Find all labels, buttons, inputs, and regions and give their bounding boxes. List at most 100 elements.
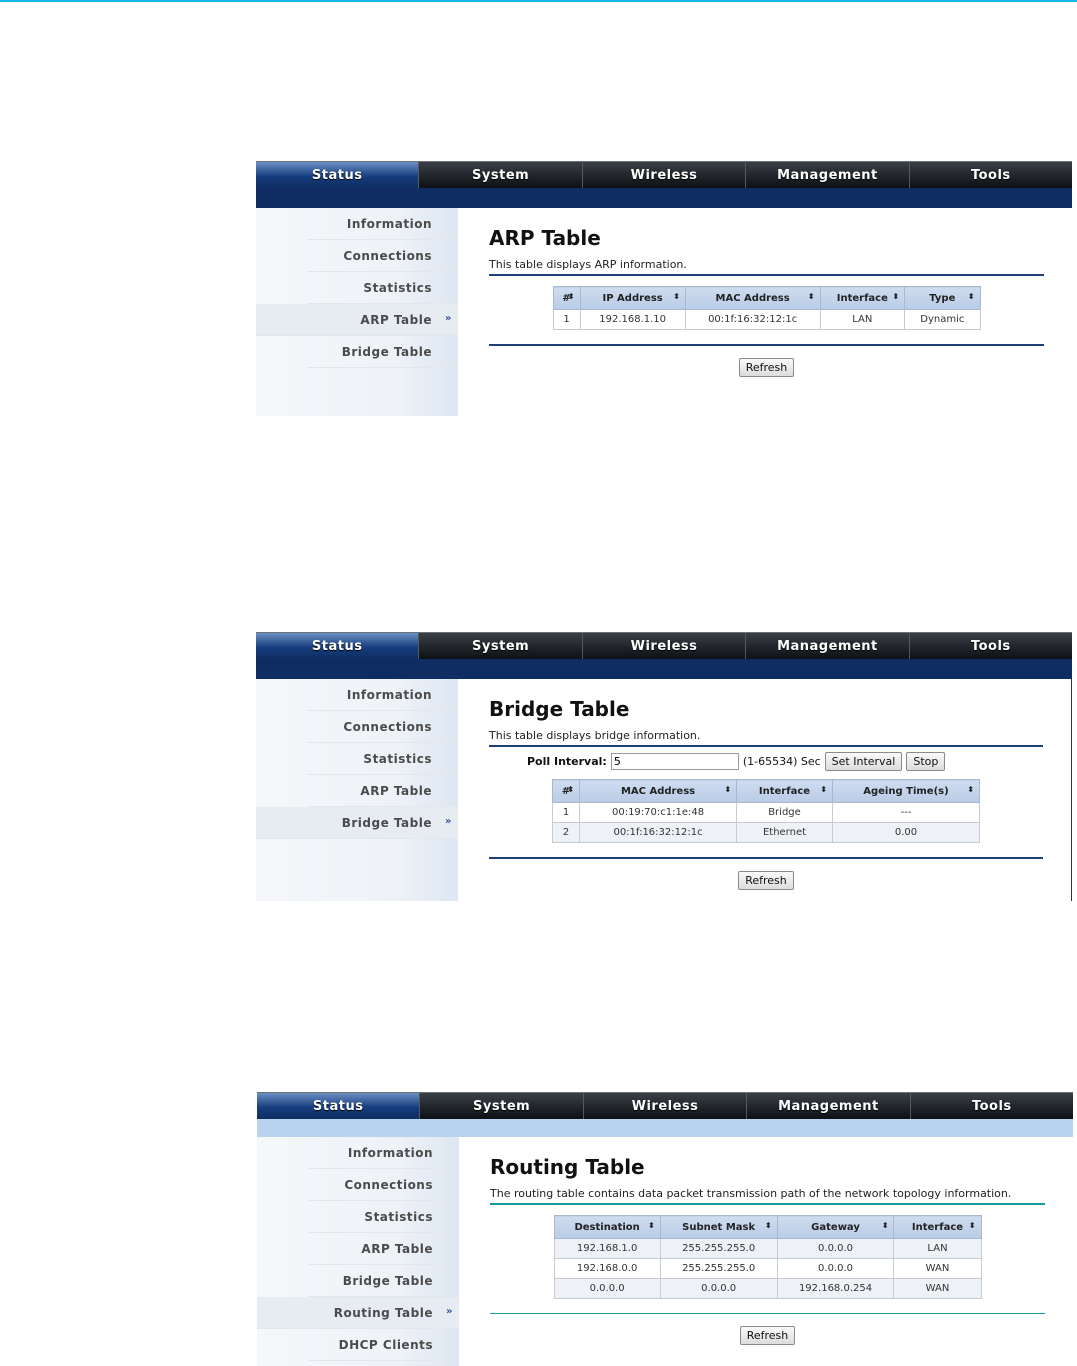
column-header-index[interactable]: # ⬍	[552, 286, 581, 310]
sidebar-item-statistics[interactable]: Statistics	[309, 1201, 459, 1233]
page-description: The routing table contains data packet t…	[490, 1187, 1045, 1205]
sort-icon: ⬍	[820, 785, 827, 794]
sidebar-item-statistics[interactable]: Statistics	[308, 272, 458, 304]
poll-interval-label: Poll Interval:	[527, 755, 607, 768]
tab-system[interactable]: System	[418, 633, 581, 659]
page-description: This table displays bridge information.	[489, 729, 1043, 747]
tab-system[interactable]: System	[419, 1093, 582, 1119]
column-header-interface[interactable]: Interface ⬍	[819, 286, 906, 310]
tab-management[interactable]: Management	[746, 1093, 909, 1119]
sidebar-item-bridge-table[interactable]: Bridge Table»	[256, 807, 458, 839]
column-header-ageing[interactable]: Ageing Time(s) ⬍	[831, 779, 981, 803]
double-chevron-right-icon: »	[446, 1306, 453, 1317]
stop-button[interactable]: Stop	[906, 752, 946, 771]
bridge-panel: Status System Wireless Management Tools …	[256, 632, 1072, 901]
sort-icon: ⬍	[892, 292, 900, 301]
page-description: This table displays ARP information.	[489, 258, 1044, 276]
table-row: 192.168.1.0 255.255.255.0 0.0.0.0 LAN	[553, 1238, 982, 1259]
sidebar-item-dhcp-clients[interactable]: DHCP Clients	[309, 1329, 459, 1361]
table-row: 0.0.0.0 0.0.0.0 192.168.0.254 WAN	[553, 1278, 982, 1299]
tab-wireless[interactable]: Wireless	[581, 633, 745, 659]
sidebar: Information Connections Statistics ARP T…	[256, 679, 458, 901]
double-chevron-right-icon: »	[445, 816, 452, 827]
column-header-subnet-mask[interactable]: Subnet Mask ⬍	[659, 1215, 778, 1239]
column-header-mac[interactable]: MAC Address ⬍	[578, 779, 738, 803]
column-header-mac[interactable]: MAC Address ⬍	[684, 286, 821, 310]
column-header-index[interactable]: # ⬍	[552, 779, 580, 803]
column-header-ip[interactable]: IP Address ⬍	[579, 286, 686, 310]
sort-icon: ⬍	[764, 1221, 772, 1230]
arp-panel: Status System Wireless Management Tools …	[256, 161, 1072, 416]
column-header-gateway[interactable]: Gateway ⬍	[776, 1215, 895, 1239]
column-header-interface[interactable]: Interface ⬍	[893, 1215, 982, 1239]
column-header-interface[interactable]: Interface ⬍	[736, 779, 833, 803]
sort-icon: ⬍	[567, 292, 575, 301]
sidebar-item-information[interactable]: Information	[308, 208, 458, 240]
sidebar-item-information[interactable]: Information	[309, 1137, 459, 1169]
sub-bar	[257, 1119, 1073, 1137]
bottom-rule	[489, 857, 1043, 859]
bottom-rule	[490, 1313, 1045, 1314]
tab-management[interactable]: Management	[745, 633, 908, 659]
poll-interval-row: Poll Interval: (1-65534) Sec Set Interva…	[489, 752, 1043, 771]
routing-panel: Status System Wireless Management Tools …	[257, 1092, 1073, 1366]
sidebar: Information Connections Statistics ARP T…	[257, 1137, 459, 1366]
sidebar-item-connections[interactable]: Connections	[308, 240, 458, 272]
tab-management[interactable]: Management	[745, 162, 908, 188]
tab-system[interactable]: System	[418, 162, 581, 188]
bottom-rule	[489, 344, 1044, 346]
sidebar-item-statistics[interactable]: Statistics	[308, 743, 458, 775]
table-row: 1 192.168.1.10 00:1f:16:32:12:1c LAN Dyn…	[552, 309, 981, 330]
top-nav: Status System Wireless Management Tools	[256, 161, 1072, 188]
sidebar-item-connections[interactable]: Connections	[309, 1169, 459, 1201]
bridge-table: # ⬍ MAC Address ⬍ Interface ⬍ Ageing Time(s…	[552, 779, 981, 843]
table-row: 192.168.0.0 255.255.255.0 0.0.0.0 WAN	[553, 1258, 982, 1279]
table-row: 1 00:19:70:c1:1e:48 Bridge ---	[552, 802, 981, 823]
refresh-button[interactable]: Refresh	[738, 358, 795, 377]
sidebar-item-routing-table[interactable]: Routing Table»	[257, 1297, 459, 1329]
page-title: ARP Table	[489, 226, 601, 250]
sort-icon: ⬍	[967, 785, 974, 794]
tab-tools[interactable]: Tools	[909, 1093, 1073, 1119]
tab-status[interactable]: Status	[256, 162, 419, 188]
set-interval-button[interactable]: Set Interval	[824, 752, 903, 771]
sort-icon: ⬍	[567, 785, 574, 794]
column-header-destination[interactable]: Destination ⬍	[553, 1215, 661, 1239]
poll-interval-input[interactable]	[610, 753, 739, 770]
main-content: Routing Table The routing table contains…	[459, 1137, 1073, 1366]
sidebar-item-arp-table[interactable]: ARP Table»	[256, 304, 458, 336]
sidebar-item-bridge-table[interactable]: Bridge Table	[308, 336, 458, 368]
double-chevron-right-icon: »	[445, 313, 452, 324]
sidebar-item-arp-table[interactable]: ARP Table	[309, 1233, 459, 1265]
sidebar-item-bridge-table[interactable]: Bridge Table	[309, 1265, 459, 1297]
tab-status[interactable]: Status	[257, 1093, 420, 1119]
sort-icon: ⬍	[724, 785, 732, 794]
sort-icon: ⬍	[967, 292, 975, 301]
tab-tools[interactable]: Tools	[908, 162, 1072, 188]
top-nav: Status System Wireless Management Tools	[257, 1092, 1073, 1119]
sort-icon: ⬍	[807, 292, 815, 301]
arp-table: # ⬍ IP Address ⬍ MAC Address ⬍ Interface ⬍ T…	[552, 286, 981, 330]
table-row: 2 00:1f:16:32:12:1c Ethernet 0.00	[552, 822, 981, 843]
refresh-button[interactable]: Refresh	[739, 1326, 796, 1345]
refresh-button[interactable]: Refresh	[738, 871, 794, 890]
sub-bar	[256, 188, 1072, 208]
top-rule	[0, 0, 1077, 2]
routing-table: Destination ⬍ Subnet Mask ⬍ Gateway ⬍ Inter…	[553, 1215, 982, 1299]
sidebar-item-information[interactable]: Information	[308, 679, 458, 711]
tab-status[interactable]: Status	[256, 633, 419, 659]
sub-bar	[256, 659, 1072, 679]
page-title: Bridge Table	[489, 697, 630, 721]
page-title: Routing Table	[490, 1155, 645, 1179]
poll-interval-range: (1-65534) Sec	[742, 755, 821, 768]
column-header-type[interactable]: Type ⬍	[904, 286, 981, 310]
top-nav: Status System Wireless Management Tools	[256, 632, 1072, 659]
main-content: Bridge Table This table displays bridge …	[458, 679, 1071, 901]
tab-tools[interactable]: Tools	[908, 633, 1072, 659]
tab-wireless[interactable]: Wireless	[582, 1093, 746, 1119]
tab-wireless[interactable]: Wireless	[581, 162, 745, 188]
sidebar-item-arp-table[interactable]: ARP Table	[308, 775, 458, 807]
sidebar: Information Connections Statistics ARP T…	[256, 208, 458, 416]
sort-icon: ⬍	[881, 1221, 889, 1230]
sidebar-item-connections[interactable]: Connections	[308, 711, 458, 743]
